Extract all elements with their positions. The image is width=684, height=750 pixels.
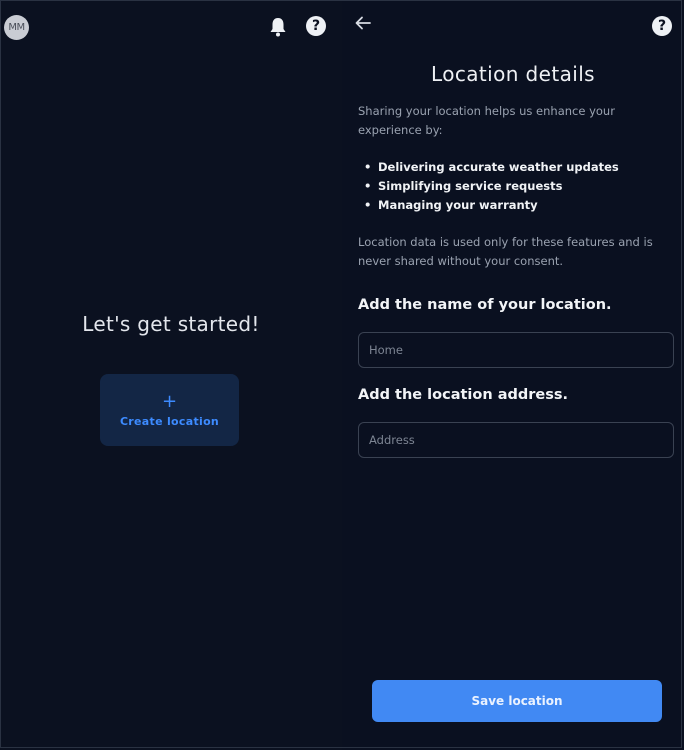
window-border <box>0 0 682 748</box>
